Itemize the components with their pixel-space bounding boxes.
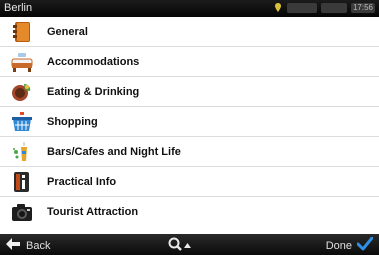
status-title: Berlin xyxy=(4,2,33,14)
signal-icon xyxy=(320,3,347,13)
status-bar: Berlin 17:56 xyxy=(0,0,379,17)
list-item-general[interactable]: General xyxy=(0,17,379,47)
checkmark-icon xyxy=(356,236,374,254)
search-icon xyxy=(168,237,182,254)
bed-icon xyxy=(10,51,34,73)
status-icons: 17:56 xyxy=(273,3,375,13)
gps-icon xyxy=(273,3,283,13)
list-item-label: Shopping xyxy=(47,115,98,128)
list-item-label: Practical Info xyxy=(47,175,117,188)
list-item-bars-cafes-nightlife[interactable]: Bars/Cafes and Night Life xyxy=(0,137,379,167)
done-button[interactable]: Done xyxy=(325,236,374,254)
list-item-label: Tourist Attraction xyxy=(47,206,139,218)
food-icon xyxy=(10,81,34,103)
caret-up-icon xyxy=(184,240,191,252)
list-item-label: Accommodations xyxy=(47,55,140,68)
list-item-eating-drinking[interactable]: Eating & Drinking xyxy=(0,77,379,107)
bottom-toolbar: Back Done xyxy=(0,234,379,255)
back-button[interactable]: Back xyxy=(5,237,50,254)
battery-icon xyxy=(286,3,317,13)
list-item-label: General xyxy=(47,25,88,38)
info-icon xyxy=(10,171,34,193)
list-item-label: Bars/Cafes and Night Life xyxy=(47,145,181,158)
clock-text: 17:56 xyxy=(350,3,375,13)
book-icon xyxy=(10,21,34,43)
shopping-basket-icon xyxy=(10,111,34,133)
back-arrow-icon xyxy=(5,237,21,254)
list-item-label: Eating & Drinking xyxy=(47,85,140,98)
list-item-shopping[interactable]: Shopping xyxy=(0,107,379,137)
search-button[interactable] xyxy=(168,237,191,254)
list-item-tourist-attraction[interactable]: Tourist Attraction xyxy=(0,197,379,227)
list-item-accommodations[interactable]: Accommodations xyxy=(0,47,379,77)
list-item-practical-info[interactable]: Practical Info xyxy=(0,167,379,197)
drinks-icon xyxy=(10,141,34,163)
category-list: General Accommodations Eating & Drinking xyxy=(0,17,379,234)
back-label: Back xyxy=(26,239,51,252)
done-label: Done xyxy=(325,239,352,252)
camera-icon xyxy=(10,201,34,223)
